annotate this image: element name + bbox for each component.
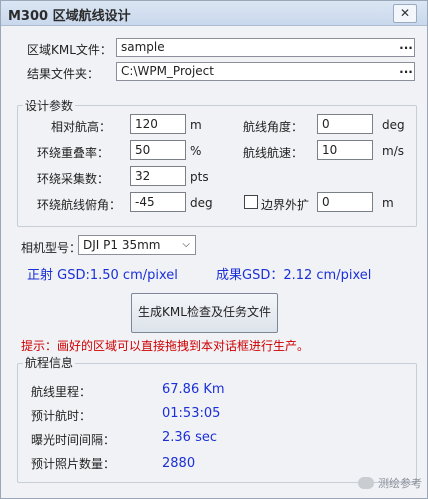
dialog-window: M300 区域航线设计 ✕ 区域KML文件： sample ... 结果文件夹：… bbox=[0, 0, 428, 499]
pitch-input[interactable]: -45 bbox=[130, 192, 186, 212]
expand-input[interactable]: 0 bbox=[317, 192, 373, 212]
window-title: M300 区域航线设计 bbox=[8, 9, 131, 24]
heading-input[interactable]: 0 bbox=[317, 114, 373, 134]
samples-label: 环绕采集数： bbox=[37, 172, 110, 186]
heading-unit: deg bbox=[382, 118, 405, 132]
tip-text: 提示：画好的区域可以直接拖拽到本对话框进行生产。 bbox=[21, 339, 310, 353]
watermark-text: 测绘参考 bbox=[378, 477, 422, 490]
speed-input[interactable]: 10 bbox=[317, 140, 373, 160]
kml-browse-button[interactable]: ... bbox=[397, 39, 415, 56]
altitude-label: 相对航高： bbox=[51, 120, 112, 134]
ortho-gsd: 正射 GSD:1.50 cm/pixel bbox=[27, 268, 178, 283]
photos-value: 2880 bbox=[162, 456, 196, 471]
result-folder-input[interactable]: C:\WPM_Project bbox=[116, 62, 415, 81]
samples-input[interactable]: 32 bbox=[130, 166, 186, 186]
distance-label: 航线里程： bbox=[31, 385, 92, 399]
wechat-icon bbox=[358, 477, 374, 489]
expand-unit: m bbox=[382, 196, 394, 210]
speed-label: 航线航速： bbox=[243, 146, 304, 160]
altitude-unit: m bbox=[190, 118, 202, 132]
altitude-input[interactable]: 120 bbox=[130, 114, 186, 134]
overlap-input[interactable]: 50 bbox=[130, 140, 186, 160]
time-label: 预计航时： bbox=[31, 409, 92, 423]
distance-value: 67.86 Km bbox=[162, 382, 225, 397]
heading-label: 航线角度： bbox=[243, 120, 304, 134]
result-folder-value: C:\WPM_Project bbox=[121, 64, 214, 78]
design-params-title: 设计参数 bbox=[23, 97, 76, 114]
result-browse-button[interactable]: ... bbox=[397, 63, 415, 80]
kml-file-label: 区域KML文件： bbox=[27, 43, 112, 57]
photos-label: 预计照片数量： bbox=[31, 457, 116, 471]
result-gsd: 成果GSD：2.12 cm/pixel bbox=[216, 268, 372, 283]
samples-unit: pts bbox=[190, 170, 209, 184]
time-value: 01:53:05 bbox=[162, 406, 221, 421]
interval-label: 曝光时间间隔： bbox=[31, 433, 116, 447]
route-info-title: 航程信息 bbox=[23, 354, 76, 371]
pitch-label: 环绕航线俯角： bbox=[37, 198, 122, 212]
camera-selected-value: DJI P1 35mm bbox=[83, 238, 161, 252]
expand-checkbox[interactable] bbox=[244, 195, 258, 209]
speed-unit: m/s bbox=[382, 144, 404, 158]
camera-select[interactable]: DJI P1 35mm ⌵ bbox=[78, 235, 196, 255]
close-button[interactable]: ✕ bbox=[393, 4, 417, 23]
chevron-down-icon: ⌵ bbox=[182, 239, 190, 250]
kml-file-input[interactable]: sample bbox=[116, 38, 415, 57]
generate-kml-button[interactable]: 生成KML检查及任务文件 bbox=[131, 293, 278, 333]
camera-label: 相机型号： bbox=[21, 241, 82, 255]
title-bar: M300 区域航线设计 ✕ bbox=[1, 1, 427, 26]
interval-value: 2.36 sec bbox=[162, 430, 217, 445]
result-folder-label: 结果文件夹： bbox=[27, 67, 100, 81]
overlap-label: 环绕重叠率： bbox=[37, 146, 110, 160]
pitch-unit: deg bbox=[190, 196, 213, 210]
expand-label: 边界外扩 bbox=[261, 198, 310, 212]
overlap-unit: % bbox=[190, 144, 202, 158]
kml-file-value: sample bbox=[121, 40, 165, 54]
